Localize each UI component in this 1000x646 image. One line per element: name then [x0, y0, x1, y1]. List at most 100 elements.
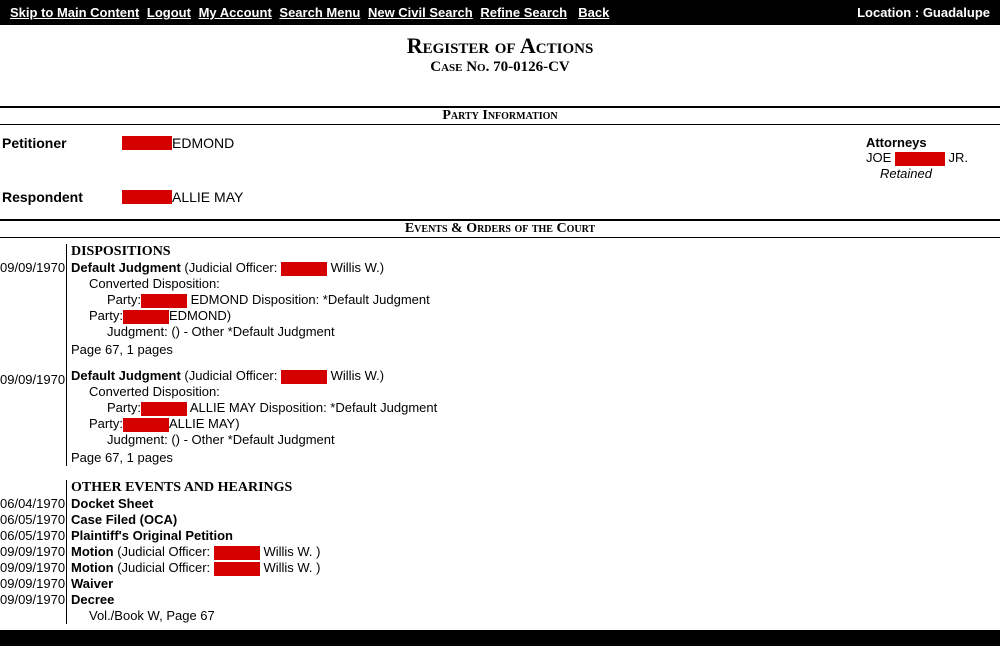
redaction-box: [122, 190, 172, 204]
respondent-row: Respondent ALLIE MAY: [2, 189, 243, 205]
attorney-name-row: JOE JR.: [866, 150, 968, 166]
disposition-entry: Default Judgment (Judicial Officer: Will…: [71, 368, 1000, 384]
top-nav-links: Skip to Main Content Logout My Account S…: [10, 5, 613, 20]
event-row: Case Filed (OCA): [71, 512, 1000, 528]
other-events-content: OTHER EVENTS AND HEARINGS Docket Sheet C…: [66, 480, 1000, 624]
event-title: Plaintiff's Original Petition: [71, 528, 233, 543]
dispositions-block: 09/09/1970 09/09/1970 DISPOSITIONS Defau…: [0, 244, 1000, 466]
event-title: Motion: [71, 560, 114, 575]
party-name-text: EDMOND): [169, 308, 231, 323]
petitioner-name: EDMOND: [172, 135, 234, 151]
redaction-box: [895, 152, 945, 166]
top-nav-bar: Skip to Main Content Logout My Account S…: [0, 0, 1000, 25]
event-date: 09/09/1970: [0, 576, 66, 592]
nav-logout[interactable]: Logout: [147, 5, 191, 20]
event-row: Decree: [71, 592, 1000, 608]
event-date: 06/04/1970: [0, 496, 66, 512]
party-disposition-line: Party: ALLIE MAY Disposition: *Default J…: [107, 400, 1000, 416]
nav-my-account[interactable]: My Account: [199, 5, 272, 20]
page-info: Page 67, 1 pages: [71, 342, 1000, 358]
location-value: Guadalupe: [923, 5, 990, 20]
party-disposition-text: ALLIE MAY Disposition: *Default Judgment: [190, 400, 437, 415]
disposition-title: Default Judgment: [71, 368, 181, 383]
disposition-date: 09/09/1970: [0, 260, 66, 276]
judgment-line: Judgment: () - Other *Default Judgment: [107, 432, 1000, 448]
redaction-box: [123, 310, 169, 324]
page-info: Page 67, 1 pages: [71, 450, 1000, 466]
redaction-box: [281, 262, 327, 276]
event-row: Docket Sheet: [71, 496, 1000, 512]
event-title: Decree: [71, 592, 114, 607]
page-header: Register of Actions Case No. 70-0126-CV: [0, 33, 1000, 76]
event-title: Docket Sheet: [71, 496, 153, 511]
event-date: 06/05/1970: [0, 512, 66, 528]
event-date: 06/05/1970: [0, 528, 66, 544]
attorney-prefix: JOE: [866, 150, 891, 165]
party-line: Party: ALLIE MAY): [89, 416, 1000, 432]
attorney-retained: Retained: [880, 166, 968, 181]
converted-disposition: Converted Disposition:: [89, 276, 1000, 292]
case-no-value: 70-0126-CV: [493, 59, 570, 75]
location-display: Location : Guadalupe: [857, 5, 990, 20]
party-info-block: Petitioner EDMOND Respondent ALLIE MAY A…: [0, 125, 1000, 211]
case-number: Case No. 70-0126-CV: [0, 59, 1000, 76]
party-label: Party:: [89, 416, 123, 431]
party-line: Party: EDMOND): [89, 308, 1000, 324]
location-label: Location :: [857, 5, 919, 20]
other-events-dates: 06/04/1970 06/05/1970 06/05/1970 09/09/1…: [0, 480, 66, 624]
other-events-heading: OTHER EVENTS AND HEARINGS: [71, 480, 1000, 496]
party-disposition-text: EDMOND Disposition: *Default Judgment: [191, 292, 430, 307]
redaction-box: [214, 562, 260, 576]
event-detail: (Judicial Officer:: [117, 560, 210, 575]
case-label: Case No.: [430, 59, 489, 75]
nav-refine-search[interactable]: Refine Search: [480, 5, 567, 20]
event-date: 09/09/1970: [0, 592, 66, 608]
event-title: Case Filed (OCA): [71, 512, 177, 527]
party-name-text: ALLIE MAY): [169, 416, 240, 431]
event-row: Waiver: [71, 576, 1000, 592]
officer-name: Willis W.): [331, 368, 384, 383]
judgment-line: Judgment: () - Other *Default Judgment: [107, 324, 1000, 340]
nav-new-civil-search[interactable]: New Civil Search: [368, 5, 473, 20]
dispositions-dates: 09/09/1970 09/09/1970: [0, 244, 66, 466]
event-date: 09/09/1970: [0, 560, 66, 576]
dispositions-content: DISPOSITIONS Default Judgment (Judicial …: [66, 244, 1000, 466]
redaction-box: [281, 370, 327, 384]
party-list: Petitioner EDMOND Respondent ALLIE MAY: [2, 135, 243, 205]
officer-label: (Judicial Officer:: [184, 368, 277, 383]
page-title: Register of Actions: [0, 33, 1000, 59]
nav-back[interactable]: Back: [578, 5, 609, 20]
bottom-bar: [0, 630, 1000, 646]
nav-skip-main[interactable]: Skip to Main Content: [10, 5, 139, 20]
respondent-name: ALLIE MAY: [172, 189, 243, 205]
party-label: Party:: [89, 308, 123, 323]
disposition-entry: Default Judgment (Judicial Officer: Will…: [71, 260, 1000, 276]
respondent-label: Respondent: [2, 189, 122, 205]
redaction-box: [122, 136, 172, 150]
other-events-block: 06/04/1970 06/05/1970 06/05/1970 09/09/1…: [0, 480, 1000, 624]
party-disposition-line: Party: EDMOND Disposition: *Default Judg…: [107, 292, 1000, 308]
event-officer: Willis W. ): [263, 544, 320, 559]
event-detail: (Judicial Officer:: [117, 544, 210, 559]
event-row: Motion (Judicial Officer: Willis W. ): [71, 544, 1000, 560]
party-label: Party:: [107, 400, 141, 415]
disposition-title: Default Judgment: [71, 260, 181, 275]
converted-disposition: Converted Disposition:: [89, 384, 1000, 400]
petitioner-label: Petitioner: [2, 135, 122, 151]
nav-search-menu[interactable]: Search Menu: [279, 5, 360, 20]
party-label: Party:: [107, 292, 141, 307]
officer-name: Willis W.): [331, 260, 384, 275]
section-party-information: Party Information: [0, 106, 1000, 125]
officer-label: (Judicial Officer:: [184, 260, 277, 275]
volbook-info: Vol./Book W, Page 67: [89, 608, 1000, 624]
disposition-date: 09/09/1970: [0, 372, 66, 388]
redaction-box: [141, 294, 187, 308]
event-date: 09/09/1970: [0, 544, 66, 560]
event-title: Waiver: [71, 576, 113, 591]
attorneys-block: Attorneys JOE JR. Retained: [866, 135, 968, 205]
petitioner-row: Petitioner EDMOND: [2, 135, 243, 151]
dispositions-heading: DISPOSITIONS: [71, 244, 1000, 260]
redaction-box: [141, 402, 187, 416]
redaction-box: [123, 418, 169, 432]
attorneys-heading: Attorneys: [866, 135, 968, 150]
